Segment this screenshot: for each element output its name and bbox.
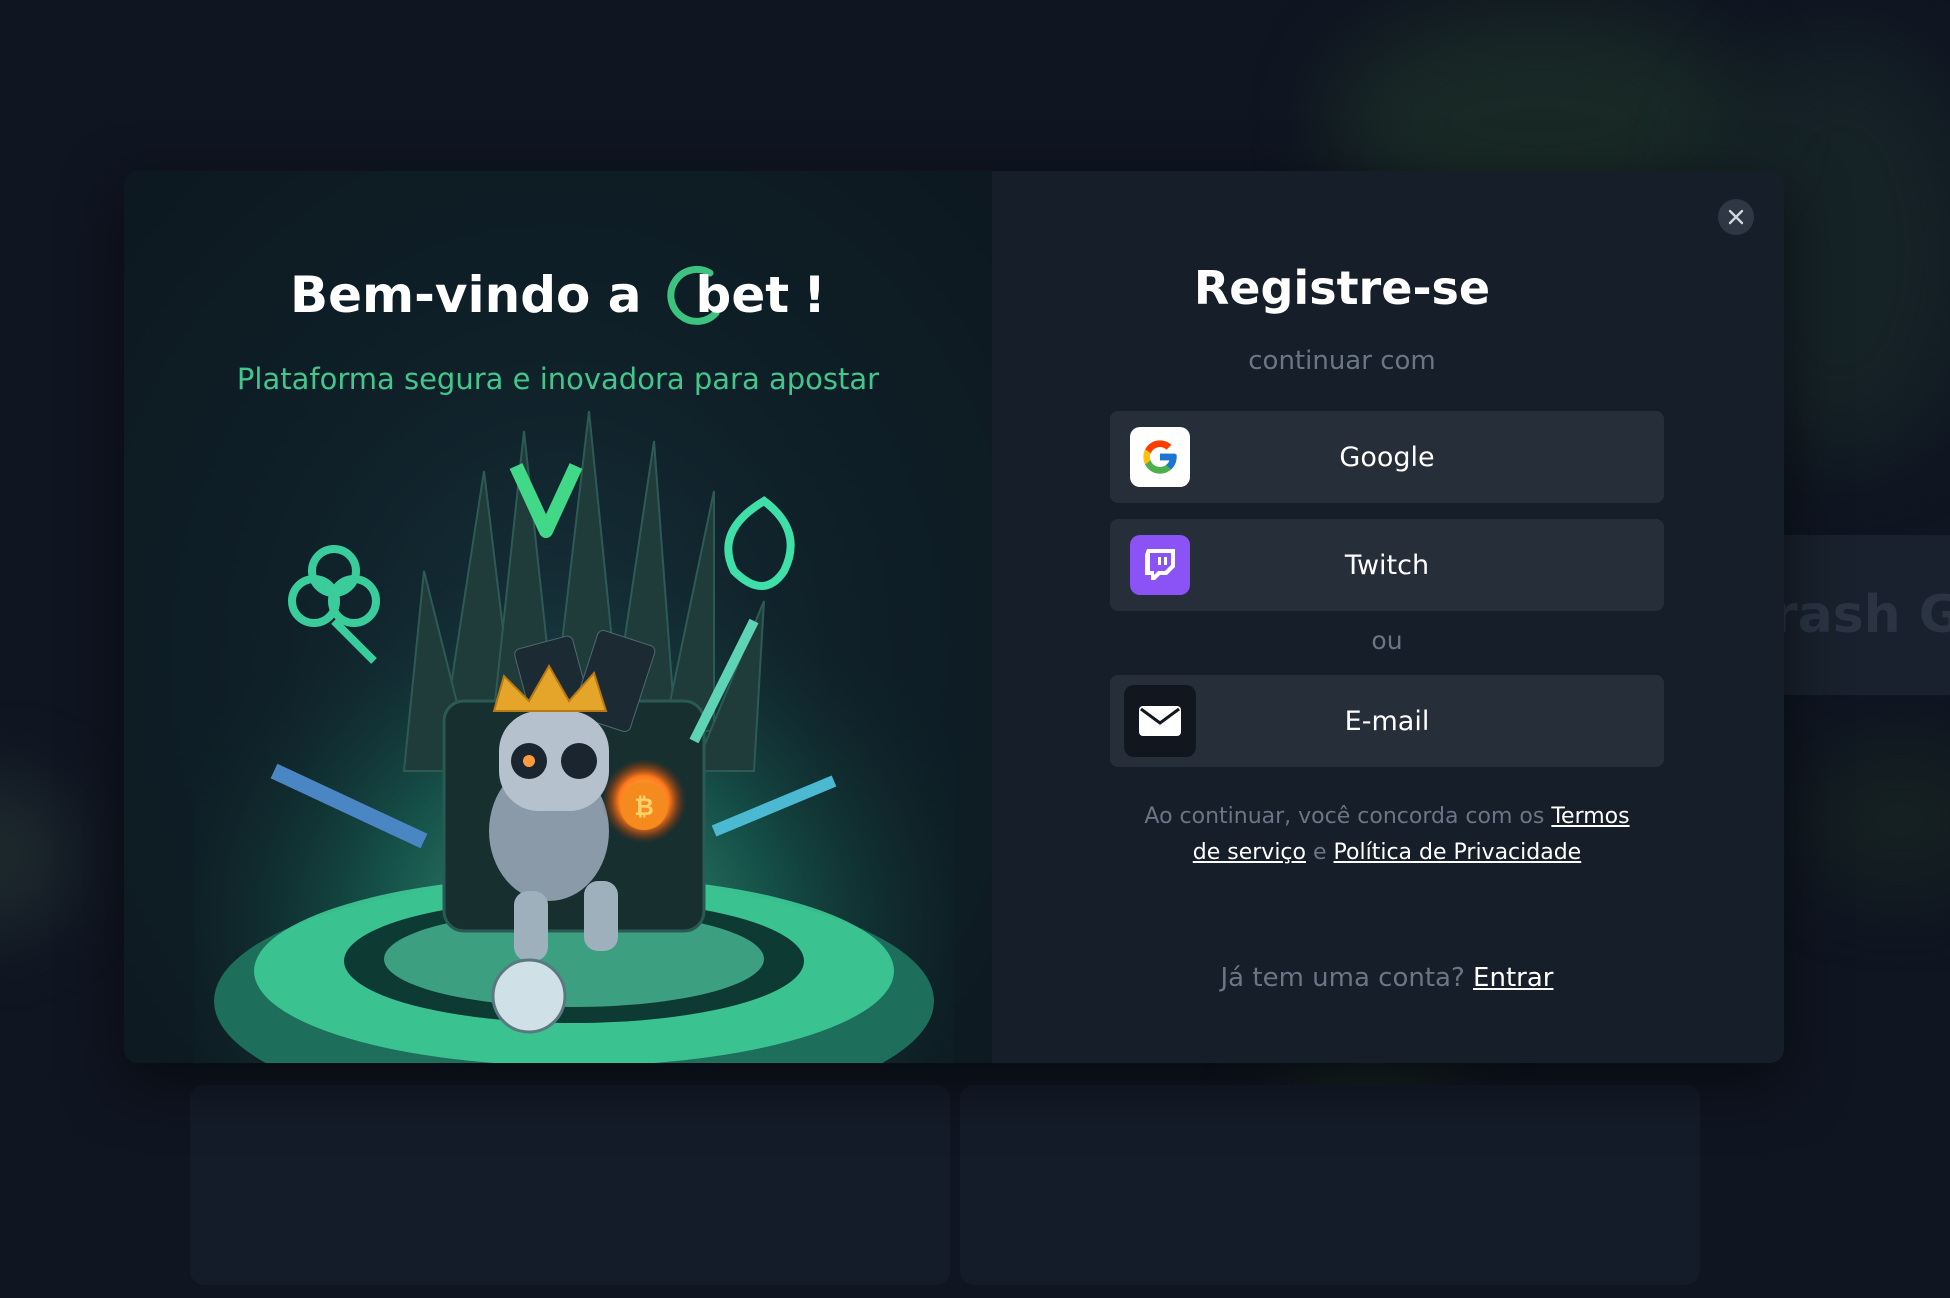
login-prompt: Já tem uma conta? Entrar (992, 963, 1782, 993)
email-label: E-mail (1344, 705, 1430, 737)
promo-panel: Bem-vindo a bet ! Plataforma segura e in… (124, 171, 992, 1063)
twitch-signin-button[interactable]: Twitch (1110, 519, 1664, 611)
svg-text:₿: ₿ (634, 793, 654, 821)
robot-throne-illustration: ₿ (194, 411, 954, 1063)
background-card (960, 1085, 1700, 1285)
continue-with-label: continuar com (1248, 346, 1436, 376)
twitch-label: Twitch (1344, 549, 1430, 581)
logo-text: bet (695, 266, 790, 324)
envelope-icon (1124, 685, 1196, 757)
background-glow (0, 780, 70, 930)
background-glow (1800, 750, 1950, 890)
welcome-heading: Bem-vindo a bet ! (124, 263, 992, 327)
or-divider: ou (1371, 626, 1403, 655)
welcome-exclamation: ! (803, 266, 826, 324)
google-signin-button[interactable]: Google (1110, 411, 1664, 503)
login-link[interactable]: Entrar (1473, 963, 1553, 993)
terms-prefix: Ao continuar, você concorda com os (1144, 804, 1545, 829)
terms-and: e (1313, 840, 1327, 865)
twitch-icon (1130, 535, 1190, 595)
background-game-title: rash Ga (1772, 585, 1950, 645)
google-label: Google (1339, 441, 1435, 473)
terms-notice: Ao continuar, você concorda com os Termo… (1132, 799, 1642, 871)
google-icon (1130, 427, 1190, 487)
brand-logo: bet (656, 263, 790, 327)
register-modal: Bem-vindo a bet ! Plataforma segura e in… (124, 171, 1784, 1063)
register-panel: Registre-se continuar com Google Twitch … (992, 171, 1784, 1063)
login-prompt-text: Já tem uma conta? (1220, 963, 1465, 993)
privacy-policy-link[interactable]: Política de Privacidade (1334, 840, 1582, 865)
promo-subtitle: Plataforma segura e inovadora para apost… (236, 362, 880, 396)
email-signin-button[interactable]: E-mail (1110, 675, 1664, 767)
register-title: Registre-se (1193, 261, 1491, 315)
background-card (190, 1085, 950, 1285)
welcome-text: Bem-vindo a (290, 266, 642, 324)
